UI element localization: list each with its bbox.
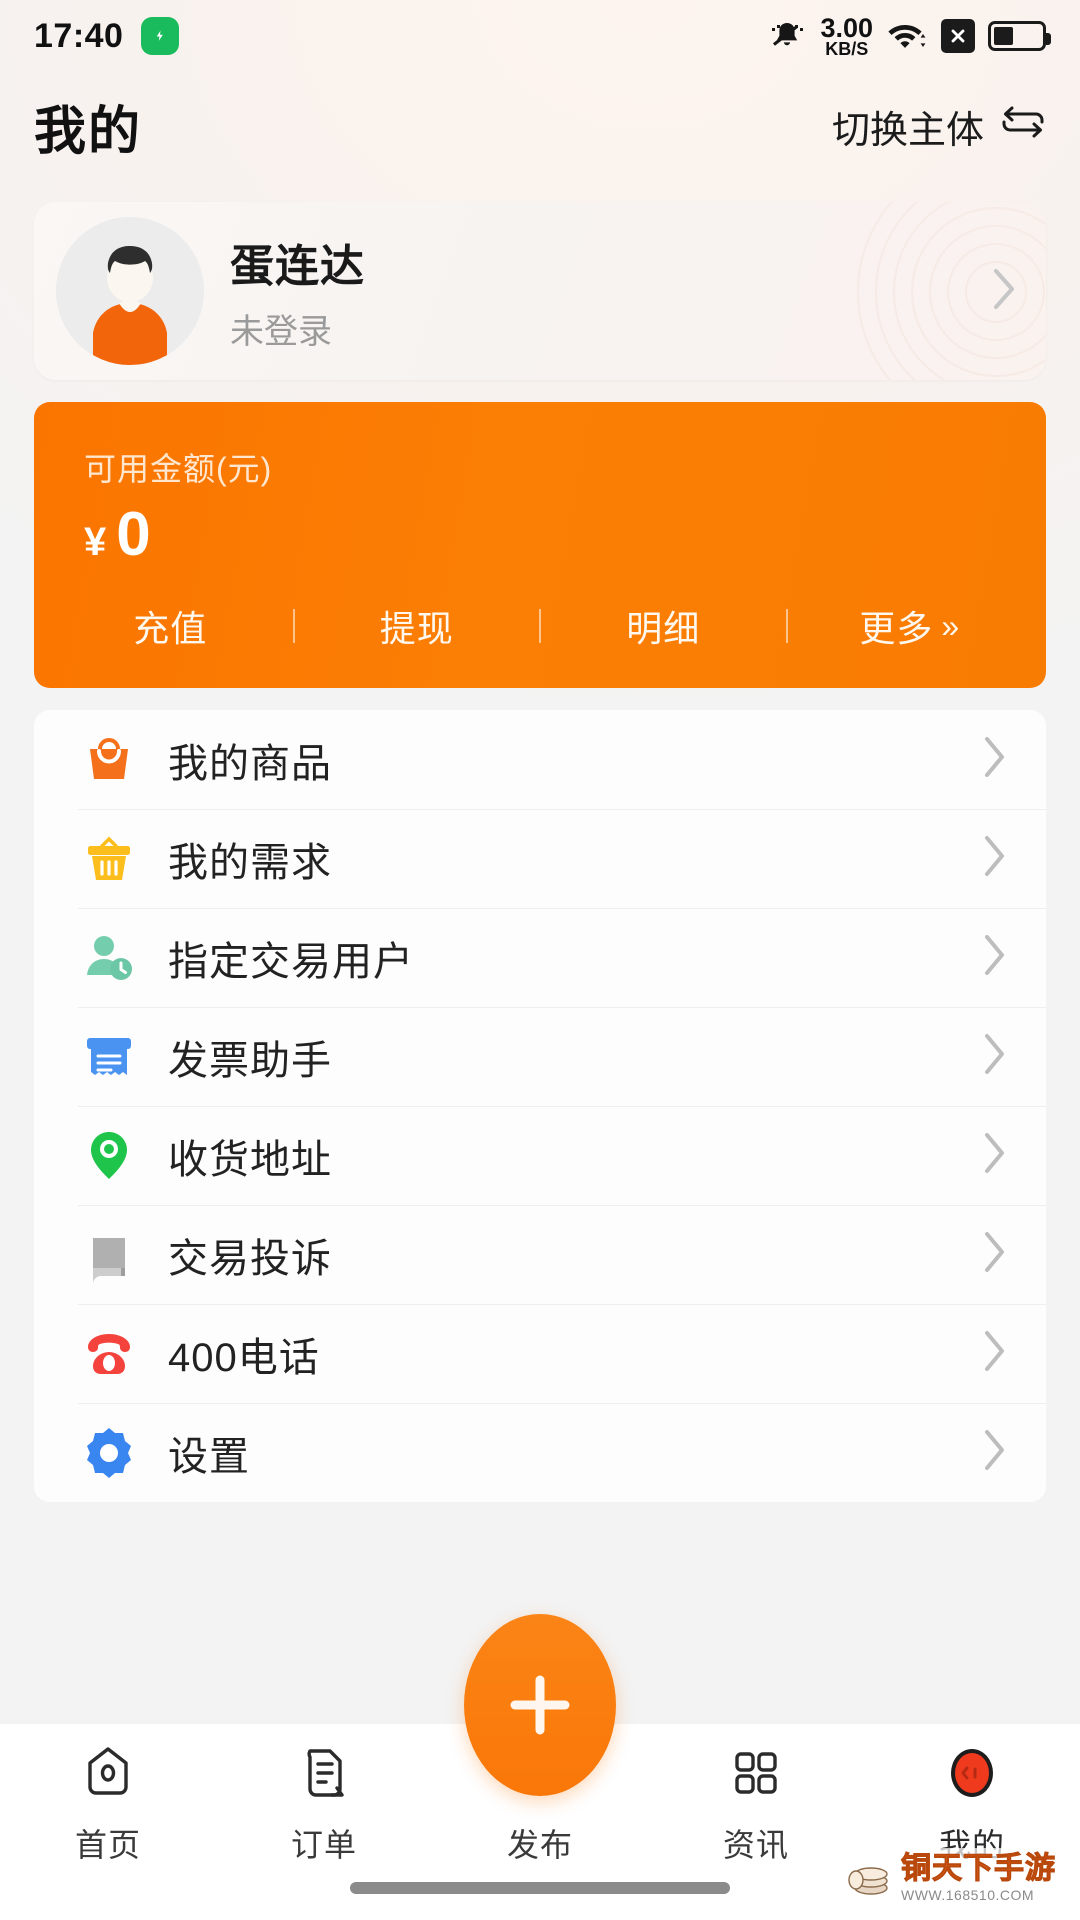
wallet-balance: 0 [116, 500, 151, 569]
menu-item-transaction-complaint[interactable]: 交易投诉 [34, 1205, 1046, 1304]
network-speed: 3.00 KB/S [820, 12, 873, 59]
chevron-right-icon [978, 1328, 1010, 1379]
order-document-icon [293, 1740, 355, 1806]
shield-check-icon [141, 17, 180, 55]
watermark-brand: 铜天下手游 [901, 1852, 1056, 1885]
menu-item-label: 设置 [168, 1434, 250, 1479]
wallet-action-recharge[interactable]: 充值 [48, 600, 293, 652]
wallet-card: 可用金额(元) ¥ 0 充值 提现 明细 更多 » [34, 402, 1046, 688]
menu-item-label: 指定交易用户 [168, 939, 414, 984]
coins-icon [845, 1856, 893, 1900]
wallet-action-details[interactable]: 明细 [541, 600, 786, 652]
status-bar: 17:40 3.00 KB/S [0, 0, 1080, 72]
watermark-text: 铜天下手游 WWW.168510.COM [901, 1852, 1056, 1903]
avatar [56, 217, 204, 365]
watermark-url: WWW.168510.COM [901, 1887, 1035, 1903]
wifi-icon [886, 19, 928, 53]
menu-item-my-demands[interactable]: 我的需求 [34, 809, 1046, 908]
chevron-right-icon [978, 1229, 1010, 1280]
menu-item-designated-trading-user[interactable]: 指定交易用户 [34, 908, 1046, 1007]
chevron-right-icon [978, 734, 1010, 785]
wallet-action-more-label: 更多 [859, 608, 934, 649]
wallet-action-withdraw[interactable]: 提现 [295, 600, 540, 652]
location-pin-icon [78, 1125, 140, 1187]
profile-login-status: 未登录 [230, 312, 332, 351]
switch-entity-label: 切换主体 [831, 109, 984, 152]
page-title: 我的 [34, 102, 143, 161]
tab-label: 发布 [506, 1827, 573, 1863]
page-header: 我的 切换主体 [0, 72, 1080, 180]
menu-item-my-products[interactable]: 我的商品 [34, 710, 1046, 809]
switch-entity-button[interactable]: 切换主体 [832, 99, 1046, 154]
tab-label: 订单 [290, 1827, 357, 1863]
telephone-icon [78, 1323, 140, 1385]
grid-squares-icon [725, 1740, 787, 1806]
menu-item-invoice-assistant[interactable]: 发票助手 [34, 1007, 1046, 1106]
wallet-action-more[interactable]: 更多 » [788, 600, 1033, 652]
watermark: 铜天下手游 WWW.168510.COM [839, 1848, 1066, 1908]
user-clock-icon [78, 927, 140, 989]
menu-list: 我的商品 我的需求 指定交易用户 发票助手 收货地址 交易投诉 400电话 设置 [34, 710, 1046, 1502]
profile-name: 蛋连达 [230, 241, 365, 291]
app-screen: 17:40 3.00 KB/S 我的 切换主体 蛋连达 未登录 可用金额(元) … [0, 0, 1080, 1920]
double-chevron-right-icon: » [941, 607, 961, 644]
wallet-actions: 充值 提现 明细 更多 » [34, 600, 1046, 652]
currency-symbol: ¥ [84, 520, 107, 564]
menu-item-400-phone[interactable]: 400电话 [34, 1304, 1046, 1403]
tab-home[interactable]: 首页 [0, 1740, 216, 1866]
battery-icon [988, 21, 1051, 51]
status-bar-icons: 3.00 KB/S [765, 12, 1051, 59]
swap-arrows-icon [1000, 101, 1046, 151]
home-tag-icon [77, 1740, 139, 1806]
menu-item-label: 发票助手 [168, 1038, 332, 1083]
invoice-icon [78, 1026, 140, 1088]
wallet-amount: ¥ 0 [34, 504, 1046, 566]
tab-news[interactable]: 资讯 [648, 1740, 864, 1866]
shopping-bag-icon [78, 729, 140, 791]
tab-label: 首页 [74, 1827, 141, 1863]
plus-icon [510, 1675, 570, 1735]
profile-card[interactable]: 蛋连达 未登录 [34, 202, 1046, 380]
profile-card-decoration [857, 202, 1046, 380]
publish-fab-button[interactable] [464, 1614, 616, 1796]
chevron-right-icon [978, 1427, 1010, 1478]
profile-avatar-icon [941, 1740, 1003, 1806]
menu-item-label: 我的需求 [168, 840, 332, 885]
menu-item-label: 交易投诉 [168, 1236, 332, 1281]
chevron-right-icon [978, 1130, 1010, 1181]
user-avatar-icon [56, 217, 204, 365]
chevron-right-icon [978, 932, 1010, 983]
scroll-icon [78, 1224, 140, 1286]
basket-icon [78, 828, 140, 890]
tab-label: 资讯 [722, 1827, 789, 1863]
tab-orders[interactable]: 订单 [216, 1740, 432, 1866]
menu-item-label: 400电话 [168, 1335, 320, 1380]
profile-text: 蛋连达 未登录 [230, 230, 365, 353]
home-indicator[interactable] [350, 1882, 730, 1894]
status-bar-time: 17:40 [34, 16, 124, 55]
wallet-label: 可用金额(元) [84, 451, 273, 487]
chevron-right-icon [978, 833, 1010, 884]
menu-item-shipping-address[interactable]: 收货地址 [34, 1106, 1046, 1205]
menu-item-label: 收货地址 [168, 1137, 332, 1182]
gear-icon [78, 1422, 140, 1484]
menu-item-settings[interactable]: 设置 [34, 1403, 1046, 1502]
menu-item-label: 我的商品 [168, 741, 332, 786]
x-box-icon [941, 19, 975, 53]
chevron-right-icon [978, 1031, 1010, 1082]
bell-muted-icon [765, 19, 807, 53]
